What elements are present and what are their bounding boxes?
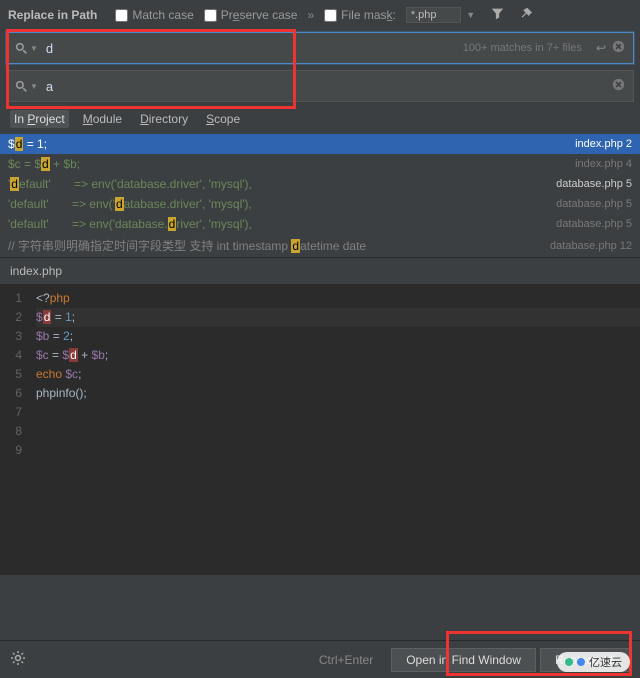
search-icon	[15, 42, 28, 55]
tab-directory[interactable]: Directory	[136, 110, 192, 128]
find-input[interactable]	[38, 41, 463, 56]
file-mask-checkbox[interactable]: File mask:	[324, 8, 396, 22]
preview-filename: index.php	[0, 257, 640, 285]
settings-icon[interactable]	[10, 650, 26, 669]
result-row[interactable]: 'default' => env('database.driver', 'mys…	[0, 194, 640, 214]
match-case-checkbox[interactable]: Match Match casecase	[115, 8, 193, 22]
dialog-title: Replace in Path	[8, 8, 97, 22]
pin-icon[interactable]	[520, 7, 533, 23]
find-input-row[interactable]: ▼ 100+ matches in 7+ files ↩	[6, 32, 634, 64]
more-options-icon[interactable]: »	[307, 8, 314, 22]
clear-replace-icon[interactable]	[612, 78, 625, 94]
tab-in-project[interactable]: In Project	[10, 110, 69, 128]
preserve-case-checkbox[interactable]: Preserve case	[204, 8, 298, 22]
result-row[interactable]: $c = $d + $b;index.php 4	[0, 154, 640, 174]
tab-scope[interactable]: Scope	[202, 110, 244, 128]
filter-icon[interactable]	[491, 7, 504, 23]
result-row[interactable]: $d = 1;index.php 2	[0, 134, 640, 154]
dialog-footer: Ctrl+Enter Open in Find Window Replace A…	[0, 640, 640, 678]
replace-input[interactable]	[38, 79, 606, 94]
code-preview[interactable]: 123456789 <?php$d = 1;$b = 2;$c = $d + $…	[0, 285, 640, 575]
shortcut-hint: Ctrl+Enter	[319, 653, 373, 667]
results-list: $d = 1;index.php 2$c = $d + $b;index.php…	[0, 134, 640, 257]
tab-module[interactable]: Module	[79, 110, 126, 128]
watermark-badge: 亿速云	[557, 652, 630, 672]
clear-find-icon[interactable]	[612, 40, 625, 56]
result-row[interactable]: // 字符串则明确指定时间字段类型 支持 int timestamp datet…	[0, 234, 640, 257]
file-mask-field[interactable]: ▼	[406, 7, 475, 23]
result-row[interactable]: 'default' => env('database.driver', 'mys…	[0, 174, 640, 194]
replace-input-row[interactable]: ▼	[6, 70, 634, 102]
newline-icon[interactable]: ↩	[596, 41, 606, 55]
open-in-find-window-button[interactable]: Open in Find Window	[391, 648, 536, 672]
search-history-dropdown-icon[interactable]: ▼	[30, 44, 38, 53]
search-icon	[15, 80, 28, 93]
scope-tabs: In Project Module Directory Scope	[0, 104, 640, 134]
match-count-label: 100+ matches in 7+ files	[463, 42, 582, 54]
result-row[interactable]: 'default' => env('database.driver', 'mys…	[0, 214, 640, 234]
dialog-header: Replace in Path Match Match casecase Pre…	[0, 0, 640, 30]
replace-history-dropdown-icon[interactable]: ▼	[30, 82, 38, 91]
